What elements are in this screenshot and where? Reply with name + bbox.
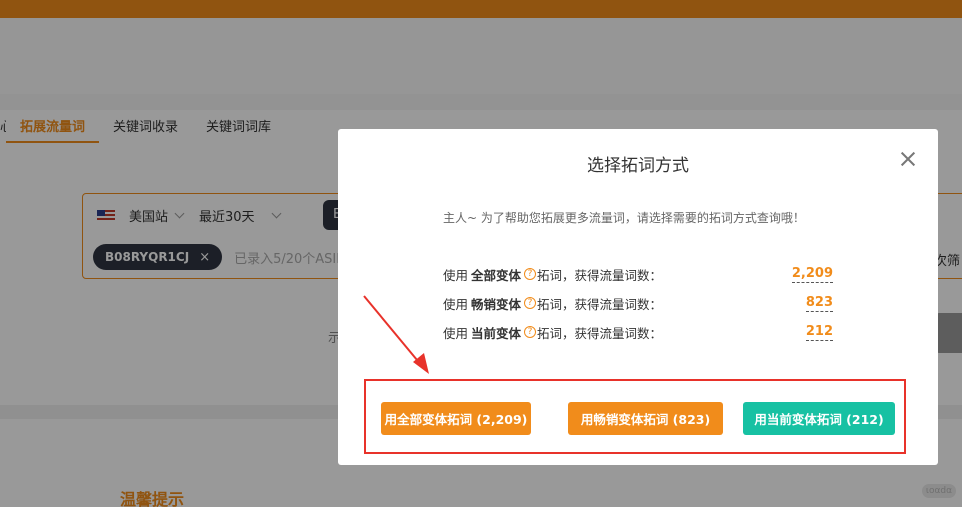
annotation-arrow-icon (363, 295, 429, 374)
